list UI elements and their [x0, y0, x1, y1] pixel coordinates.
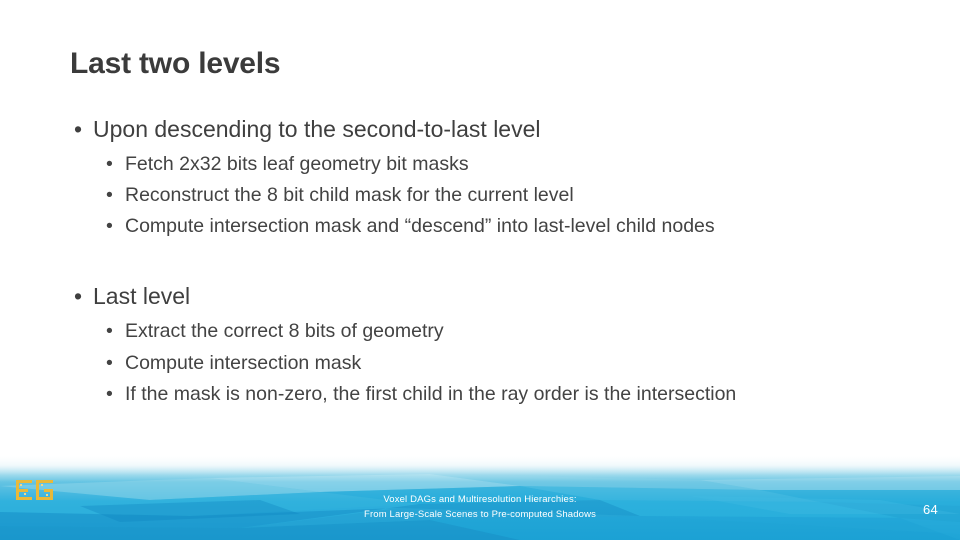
- bullet-block: • Upon descending to the second-to-last …: [70, 115, 920, 242]
- bullet-dot-icon: •: [106, 351, 113, 374]
- bullet-level2: • If the mask is non-zero, the first chi…: [70, 379, 920, 410]
- bullet-level1-label: Last level: [93, 283, 191, 310]
- bullet-level2-label: Extract the correct 8 bits of geometry: [125, 320, 444, 343]
- sub-bullet-list: • Fetch 2x32 bits leaf geometry bit mask…: [70, 149, 920, 243]
- bullet-level1: • Last level: [70, 282, 920, 312]
- bullet-dot-icon: •: [106, 152, 113, 175]
- page-number: 64: [922, 502, 938, 517]
- bullet-dot-icon: •: [74, 116, 83, 142]
- bullet-level2-label: If the mask is non-zero, the first child…: [125, 382, 737, 405]
- footer-caption-line2: From Large-Scale Scenes to Pre-computed …: [364, 509, 596, 521]
- bullet-block: • Last level • Extract the correct 8 bit…: [70, 282, 920, 409]
- bullet-level2-label: Reconstruct the 8 bit child mask for the…: [125, 184, 574, 207]
- bullet-level2: • Compute intersection mask and “descend…: [70, 211, 920, 242]
- bullet-level1-label: Upon descending to the second-to-last le…: [93, 116, 541, 142]
- slide: Last two levels • Upon descending to the…: [0, 0, 960, 540]
- bullet-level2: • Compute intersection mask: [70, 348, 920, 379]
- bullet-level2: • Reconstruct the 8 bit child mask for t…: [70, 180, 920, 211]
- footer-caption-line1: Voxel DAGs and Multiresolution Hierarchi…: [383, 494, 577, 505]
- bullet-level1: • Upon descending to the second-to-last …: [70, 115, 920, 145]
- footer-caption: Voxel DAGs and Multiresolution Hierarchi…: [0, 492, 960, 523]
- bullet-level2: • Extract the correct 8 bits of geometry: [70, 316, 920, 347]
- bullet-level2-label: Compute intersection mask and “descend” …: [125, 215, 715, 238]
- bullet-dot-icon: •: [106, 320, 113, 343]
- slide-body: • Upon descending to the second-to-last …: [70, 115, 920, 410]
- bullet-level2: • Fetch 2x32 bits leaf geometry bit mask…: [70, 149, 920, 180]
- slide-footer: Voxel DAGs and Multiresolution Hierarchi…: [0, 456, 960, 540]
- bullet-dot-icon: •: [106, 184, 113, 207]
- bullet-dot-icon: •: [106, 382, 113, 405]
- bullet-level2-label: Compute intersection mask: [125, 351, 362, 374]
- sub-bullet-list: • Extract the correct 8 bits of geometry…: [70, 316, 920, 410]
- page-title: Last two levels: [70, 47, 281, 80]
- bullet-dot-icon: •: [106, 215, 113, 238]
- bullet-level2-label: Fetch 2x32 bits leaf geometry bit masks: [125, 152, 469, 175]
- bullet-dot-icon: •: [74, 283, 83, 310]
